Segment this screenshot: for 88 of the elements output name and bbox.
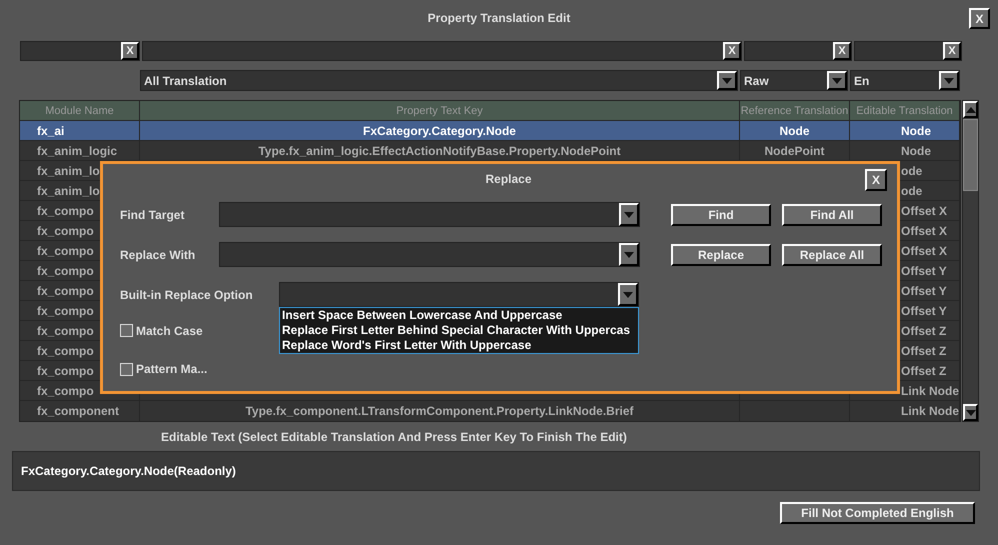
table-cell: Offset X — [901, 244, 948, 258]
table-cell: Offset Z — [901, 344, 946, 358]
table-cell: Type.fx_anim_logic.EffectActionNotifyBase.Property.NodePoint — [258, 144, 621, 158]
down-arrow-icon — [624, 212, 634, 218]
table-cell: fx_compo — [37, 224, 94, 238]
editable-text-label: Editable Text (Select Editable Translation And Press Enter Key To Finish The Edit) — [161, 430, 628, 446]
dropdown[interactable]: Raw — [740, 70, 848, 91]
table-cell: fx_compo — [37, 204, 94, 218]
table-row[interactable]: fx_ai FxCategory.Category.Node Node Node — [20, 121, 960, 141]
window-title: Property Translation Edit — [428, 10, 570, 24]
field-label: Replace With — [120, 248, 196, 262]
table-cell: fx_compo — [37, 384, 94, 398]
list-item[interactable]: Replace First Letter Behind Special Character With Uppercas — [282, 323, 636, 338]
table-cell: NodePoint — [764, 144, 824, 158]
scroll-down-button[interactable] — [963, 404, 978, 421]
checkbox-label: Match Case — [136, 324, 203, 338]
down-arrow-icon — [623, 292, 633, 298]
combo-box[interactable] — [219, 202, 640, 227]
table-cell: Node — [901, 144, 931, 158]
action-button[interactable]: Replace All — [782, 244, 882, 266]
down-arrow-icon — [624, 252, 634, 258]
table-cell: Offset Z — [901, 324, 946, 338]
dialog-title: Replace — [485, 172, 532, 186]
close-button[interactable]: X — [865, 169, 887, 191]
scroll-up-button[interactable] — [963, 101, 978, 118]
column-header[interactable]: Property Text Key — [140, 101, 740, 120]
table-cell: ode — [901, 164, 922, 178]
clear-button[interactable]: X — [833, 42, 851, 60]
table-cell: fx_compo — [37, 264, 94, 278]
column-header[interactable]: Module Name — [20, 101, 140, 120]
scrollbar[interactable] — [962, 100, 979, 422]
filter-field[interactable]: X — [854, 41, 962, 61]
filter-field[interactable]: X — [142, 41, 742, 61]
table-cell: fx_compo — [37, 324, 94, 338]
table-cell: fx_compo — [37, 284, 94, 298]
field-label: Built-in Replace Option — [120, 288, 254, 302]
list-item[interactable]: Insert Space Between Lowercase And Uppercase — [282, 308, 636, 323]
table-cell: Offset X — [901, 224, 948, 238]
fill-button[interactable]: Fill Not Completed English — [780, 502, 975, 524]
down-arrow-icon — [832, 78, 842, 84]
dropdown[interactable]: En — [850, 70, 960, 91]
table-cell: Offset Y — [901, 284, 947, 298]
table-cell: ode — [901, 184, 922, 198]
field-label: Find Target — [120, 208, 186, 222]
table-cell: Node — [901, 124, 931, 138]
checkbox[interactable] — [120, 324, 133, 337]
down-arrow-icon — [966, 410, 976, 416]
editable-text-field[interactable]: FxCategory.Category.Node(Readonly) — [12, 451, 980, 491]
table-cell: Offset X — [901, 204, 948, 218]
table-cell: Offset Z — [901, 364, 946, 378]
checkbox-label: Pattern Ma... — [136, 362, 208, 376]
dropdown[interactable]: All Translation — [140, 70, 738, 91]
combo-box[interactable] — [219, 242, 640, 267]
scroll-thumb[interactable] — [963, 119, 978, 191]
table-cell: fx_compo — [37, 344, 94, 358]
clear-button[interactable]: X — [943, 42, 961, 60]
table-cell: fx_anim_lo — [37, 184, 100, 198]
table-cell: Offset Y — [901, 304, 947, 318]
table-cell: Offset Y — [901, 264, 947, 278]
table-cell: Link Node — [901, 384, 960, 398]
table-row[interactable]: fx_component Type.fx_component.LTransformComponent.Property.LinkNode.Brief Link Node — [20, 401, 960, 421]
list-item[interactable]: Replace Word's First Letter With Uppercase — [282, 338, 636, 353]
close-button[interactable]: X — [969, 8, 990, 29]
table-cell: FxCategory.Category.Node — [363, 124, 516, 138]
column-header[interactable]: Editable Translation — [850, 101, 960, 120]
table-cell: fx_anim_logic — [37, 144, 118, 158]
table-cell: fx_compo — [37, 244, 94, 258]
table-cell: fx_anim_lo — [37, 164, 100, 178]
clear-button[interactable]: X — [121, 42, 139, 60]
up-arrow-icon — [966, 106, 976, 112]
table-cell: Type.fx_component.LTransformComponent.Property.LinkNode.Brief — [245, 404, 634, 418]
down-arrow-icon — [944, 78, 954, 84]
clear-button[interactable]: X — [723, 42, 741, 60]
action-button[interactable]: Find — [671, 204, 771, 226]
checkbox[interactable] — [120, 362, 133, 376]
action-button[interactable]: Replace — [671, 244, 771, 266]
table-cell: fx_compo — [37, 304, 94, 318]
combo-box[interactable] — [279, 282, 639, 307]
column-header[interactable]: Reference Translation — [740, 101, 850, 120]
action-button[interactable]: Find All — [782, 204, 882, 226]
table-cell: fx_component — [37, 404, 120, 418]
filter-field[interactable]: X — [744, 41, 852, 61]
table-cell: fx_ai — [37, 124, 64, 138]
table-cell: Node — [780, 124, 810, 138]
table-cell: fx_compo — [37, 364, 94, 378]
down-arrow-icon — [722, 78, 732, 84]
filter-field[interactable]: X — [20, 41, 140, 61]
table-cell: Link Node — [901, 404, 960, 418]
